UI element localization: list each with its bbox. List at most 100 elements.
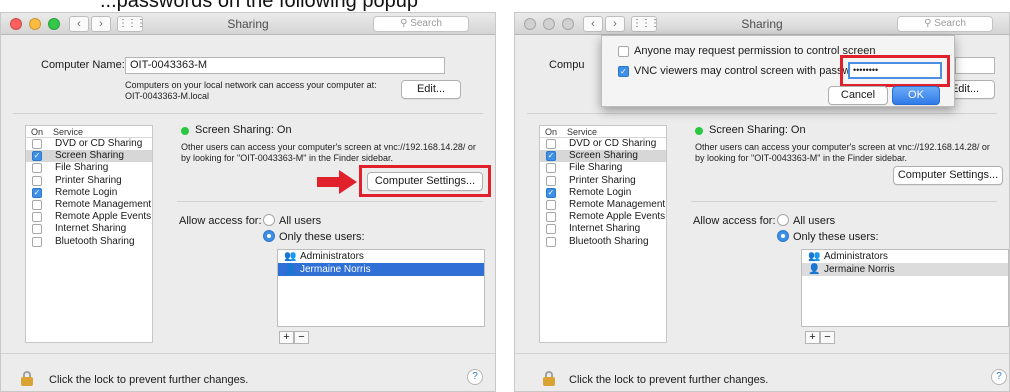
checkbox[interactable]: [32, 199, 42, 210]
computer-settings-button[interactable]: Computer Settings...: [893, 166, 1003, 185]
ok-button[interactable]: OK: [892, 86, 940, 105]
checkbox-checked[interactable]: ✓: [546, 151, 556, 162]
remove-user-button[interactable]: −: [820, 331, 835, 344]
lock-text: Click the lock to prevent further change…: [569, 374, 769, 386]
bottom-divider: [1, 353, 495, 354]
help-button[interactable]: ?: [991, 369, 1007, 385]
search-input[interactable]: ⚲ Search: [373, 16, 469, 32]
service-row-remote-login[interactable]: ✓ Remote Login: [26, 187, 152, 199]
service-row-bluetooth-sharing[interactable]: Bluetooth Sharing: [540, 236, 666, 248]
service-list: On Service DVD or CD Sharing ✓ Screen Sha…: [25, 125, 153, 343]
service-row-remote-management[interactable]: Remote Management: [540, 199, 666, 211]
lock-text: Click the lock to prevent further change…: [49, 374, 249, 386]
service-row-internet-sharing[interactable]: Internet Sharing: [26, 223, 152, 235]
request-permission-checkbox[interactable]: [618, 46, 629, 57]
status-desc-line1: Other users can access your computer's s…: [181, 142, 476, 152]
divider: [177, 201, 483, 202]
service-list-header: On Service: [540, 126, 666, 138]
help-button[interactable]: ?: [467, 369, 483, 385]
bottom-divider: [515, 353, 1009, 354]
lock-icon[interactable]: [543, 371, 555, 386]
status-desc-line1: Other users can access your computer's s…: [695, 142, 990, 152]
computer-name-label: Compu: [549, 59, 585, 71]
network-note-line2: OIT-0043363-M.local: [125, 91, 210, 101]
red-arrow-icon: [317, 170, 357, 194]
checkbox[interactable]: [32, 163, 42, 174]
cancel-button[interactable]: Cancel: [828, 86, 888, 105]
service-list: On Service DVD or CD Sharing ✓ Screen Sha…: [539, 125, 667, 343]
checkbox[interactable]: [32, 139, 42, 149]
radio-only-these-users[interactable]: [777, 230, 789, 242]
status-desc-line2: by looking for "OIT-0043363-M" in the Fi…: [181, 153, 394, 163]
user-icon: 👤: [284, 264, 297, 275]
user-row-administrators[interactable]: 👥 Administrators: [802, 250, 1008, 263]
checkbox[interactable]: [546, 163, 556, 174]
radio-all-users[interactable]: [263, 214, 275, 226]
radio-all-users-label: All users: [279, 215, 322, 227]
service-row-file-sharing[interactable]: File Sharing: [26, 162, 152, 174]
radio-only-these-users-label: Only these users:: [793, 231, 879, 243]
network-note-line1: Computers on your local network can acce…: [125, 80, 377, 90]
checkbox[interactable]: [546, 199, 556, 210]
computer-name-field[interactable]: OIT-0043363-M: [125, 57, 445, 74]
service-row-remote-apple-events[interactable]: Remote Apple Events: [540, 211, 666, 223]
radio-only-these-users[interactable]: [263, 230, 275, 242]
lock-icon[interactable]: [21, 371, 33, 386]
computer-name-field[interactable]: [955, 57, 995, 74]
service-row-printer-sharing[interactable]: Printer Sharing: [540, 175, 666, 187]
service-row-screen-sharing[interactable]: ✓ Screen Sharing: [26, 150, 152, 163]
service-row-remote-login[interactable]: ✓ Remote Login: [540, 187, 666, 199]
allow-access-label: Allow access for:: [179, 215, 262, 227]
checkbox[interactable]: [32, 175, 42, 186]
edit-button[interactable]: Edit...: [401, 80, 461, 99]
service-row-dvd[interactable]: DVD or CD Sharing: [26, 138, 152, 150]
vnc-password-field[interactable]: ••••••••: [848, 62, 942, 79]
status-desc-line2: by looking for "OIT-0043363-M" in the Fi…: [695, 153, 908, 163]
service-row-dvd[interactable]: DVD or CD Sharing: [540, 138, 666, 150]
checkbox-checked[interactable]: ✓: [32, 151, 42, 162]
divider: [13, 113, 483, 114]
group-icon: 👥: [284, 251, 297, 262]
service-row-bluetooth-sharing[interactable]: Bluetooth Sharing: [26, 236, 152, 248]
user-row-administrators[interactable]: 👥 Administrators: [278, 250, 484, 263]
service-row-file-sharing[interactable]: File Sharing: [540, 162, 666, 174]
service-row-remote-management[interactable]: Remote Management: [26, 199, 152, 211]
service-row-remote-apple-events[interactable]: Remote Apple Events: [26, 211, 152, 223]
status-on-icon: [181, 127, 189, 135]
user-list: 👥 Administrators 👤 Jermaine Norris: [801, 249, 1009, 327]
radio-all-users-label: All users: [793, 215, 836, 227]
sharing-window-left: ‹ › ⋮⋮⋮ Sharing ⚲ Search Computer Name: …: [0, 12, 496, 392]
status-title: Screen Sharing: On: [195, 124, 292, 136]
group-icon: 👥: [808, 251, 821, 262]
computer-settings-button[interactable]: Computer Settings...: [367, 172, 483, 191]
checkbox[interactable]: [546, 212, 556, 223]
service-row-screen-sharing[interactable]: ✓ Screen Sharing: [540, 150, 666, 163]
checkbox[interactable]: [32, 236, 42, 247]
checkbox[interactable]: [546, 175, 556, 186]
add-user-button[interactable]: +: [805, 331, 820, 344]
service-row-printer-sharing[interactable]: Printer Sharing: [26, 175, 152, 187]
service-list-header: On Service: [26, 126, 152, 138]
user-icon: 👤: [808, 264, 821, 275]
vnc-password-checkbox[interactable]: ✓: [618, 66, 629, 77]
radio-all-users[interactable]: [777, 214, 789, 226]
divider: [691, 201, 997, 202]
checkbox-checked[interactable]: ✓: [32, 187, 42, 198]
title-bar: ‹ › ⋮⋮⋮ Sharing ⚲ Search: [1, 13, 495, 35]
user-list: 👥 Administrators 👤 Jermaine Norris: [277, 249, 485, 327]
checkbox[interactable]: [546, 139, 556, 149]
remove-user-button[interactable]: −: [294, 331, 309, 344]
user-row-jermaine-norris[interactable]: 👤 Jermaine Norris: [278, 263, 484, 276]
checkbox[interactable]: [32, 224, 42, 235]
checkbox-checked[interactable]: ✓: [546, 187, 556, 198]
status-title: Screen Sharing: On: [709, 124, 806, 136]
computer-name-label: Computer Name:: [41, 59, 125, 71]
user-row-jermaine-norris[interactable]: 👤 Jermaine Norris: [802, 263, 1008, 276]
search-input[interactable]: ⚲ Search: [897, 16, 993, 32]
add-user-button[interactable]: +: [279, 331, 294, 344]
divider: [527, 113, 997, 114]
checkbox[interactable]: [546, 236, 556, 247]
checkbox[interactable]: [32, 212, 42, 223]
service-row-internet-sharing[interactable]: Internet Sharing: [540, 223, 666, 235]
checkbox[interactable]: [546, 224, 556, 235]
